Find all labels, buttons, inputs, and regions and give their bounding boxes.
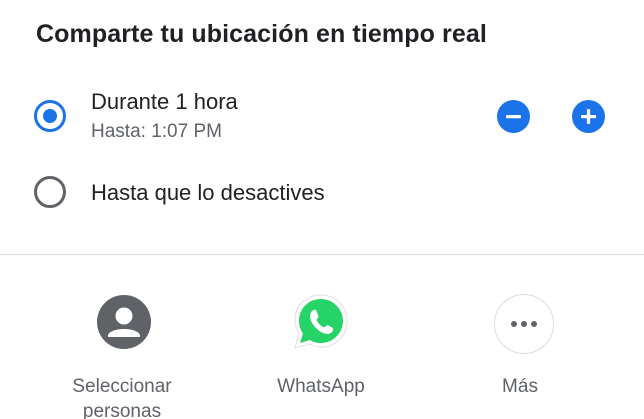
whatsapp-icon (294, 294, 348, 349)
radio-one-hour[interactable] (34, 100, 66, 132)
divider (0, 254, 644, 255)
more-horiz-icon (494, 294, 554, 354)
plus-circle-icon (581, 109, 596, 124)
share-target-label: WhatsApp (277, 376, 365, 397)
share-target-select-people[interactable]: Seleccionar personas (42, 294, 202, 419)
person-circle-icon (97, 295, 151, 349)
share-target-label: Más (502, 376, 538, 397)
option-until-off-label[interactable]: Hasta que lo desactives (91, 180, 325, 206)
decrease-duration-button[interactable] (497, 100, 530, 133)
radio-until-off[interactable] (34, 176, 66, 208)
option-one-hour-sublabel: Hasta: 1:07 PM (91, 121, 222, 142)
page-title: Comparte tu ubicación en tiempo real (36, 20, 487, 48)
minus-circle-icon (506, 115, 521, 119)
share-target-more[interactable]: Más (440, 294, 600, 419)
share-target-whatsapp[interactable]: WhatsApp (241, 294, 401, 419)
share-target-label: Seleccionar personas (72, 376, 172, 419)
increase-duration-button[interactable] (572, 100, 605, 133)
option-one-hour-label[interactable]: Durante 1 hora (91, 89, 238, 115)
